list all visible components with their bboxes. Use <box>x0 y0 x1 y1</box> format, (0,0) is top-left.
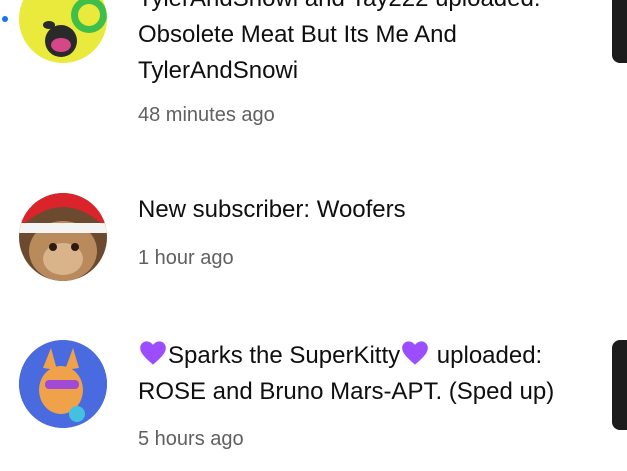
notification-time: 48 minutes ago <box>138 104 275 126</box>
notification-text: New subscriber: Woofers 1 hour ago <box>138 192 588 272</box>
notification-item[interactable]: TylerAndSnowi and Tay222 uploaded: Obsol… <box>0 0 627 140</box>
avatar[interactable] <box>19 193 107 281</box>
avatar[interactable] <box>19 340 107 428</box>
purple-heart-icon <box>140 341 166 365</box>
channel-name: Sparks the SuperKitty <box>168 342 401 369</box>
video-thumbnail[interactable] <box>612 0 627 63</box>
notification-title: New subscriber: Woofers <box>138 196 406 223</box>
yellow-cartoon-avatar-icon <box>19 0 107 63</box>
avatar[interactable] <box>19 0 107 63</box>
video-thumbnail[interactable] <box>612 340 627 430</box>
notification-text: TylerAndSnowi and Tay222 uploaded: Obsol… <box>138 0 588 129</box>
notification-time: 5 hours ago <box>138 428 244 450</box>
notification-title-cont: TylerAndSnowi <box>138 57 299 84</box>
notification-time: 1 hour ago <box>138 247 234 269</box>
dog-santa-hat-avatar-icon <box>19 193 107 281</box>
notification-title: Obsolete Meat But Its Me And <box>138 21 457 48</box>
superkitty-avatar-icon <box>19 340 107 428</box>
notification-title: Sparks the SuperKitty uploaded: <box>138 338 588 374</box>
purple-heart-icon <box>402 341 428 365</box>
unread-indicator <box>2 16 8 22</box>
notification-title-cut: TylerAndSnowi and Tay222 uploaded: <box>138 0 588 17</box>
notification-item[interactable]: Sparks the SuperKitty uploaded: ROSE and… <box>0 325 627 471</box>
notifications-page: TylerAndSnowi and Tay222 uploaded: Obsol… <box>0 0 627 471</box>
notification-title-cont: ROSE and Bruno Mars-APT. (Sped up) <box>138 378 555 405</box>
notification-item[interactable]: New subscriber: Woofers 1 hour ago <box>0 180 627 290</box>
notification-text: Sparks the SuperKitty uploaded: ROSE and… <box>138 338 588 453</box>
notification-action: uploaded: <box>430 342 543 369</box>
